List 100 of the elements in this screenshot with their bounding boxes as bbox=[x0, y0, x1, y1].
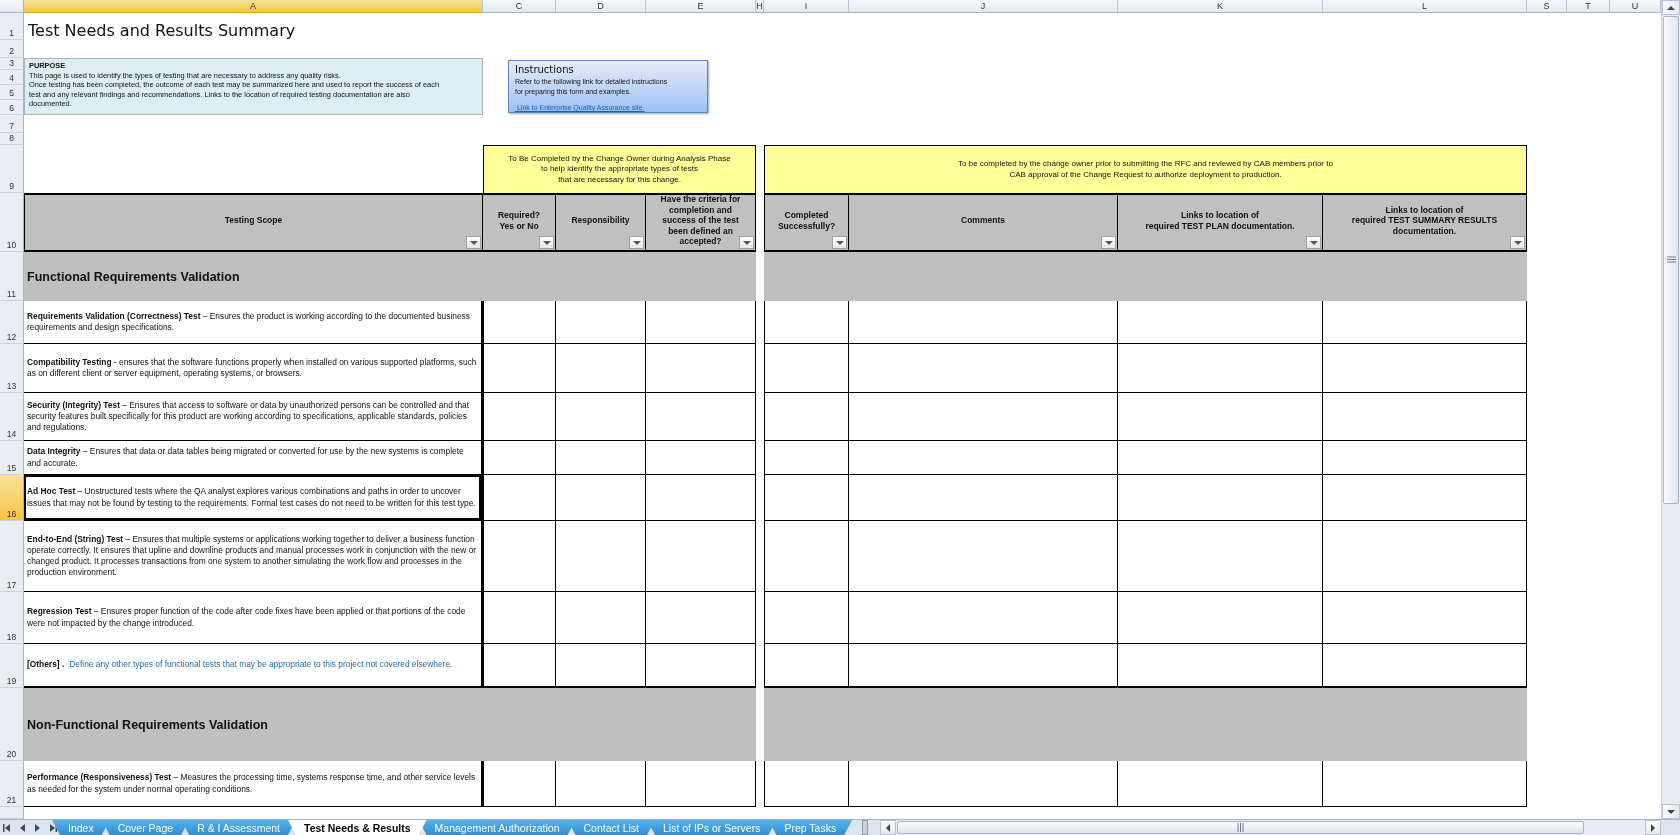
table-cell[interactable] bbox=[646, 475, 756, 521]
table-cell[interactable] bbox=[764, 393, 849, 441]
row-header[interactable]: 2 bbox=[0, 40, 24, 58]
row-header[interactable]: 20 bbox=[0, 688, 24, 761]
column-header[interactable]: J bbox=[849, 0, 1118, 13]
table-cell[interactable] bbox=[556, 475, 646, 521]
row-header[interactable]: 14 bbox=[0, 393, 24, 441]
row-header[interactable]: 16 bbox=[0, 475, 24, 521]
table-cell[interactable] bbox=[849, 475, 1118, 521]
table-cell[interactable] bbox=[849, 301, 1118, 344]
table-cell[interactable] bbox=[483, 344, 556, 393]
row-header[interactable]: 1 bbox=[0, 13, 24, 40]
column-header[interactable]: K bbox=[1118, 0, 1323, 13]
row-header[interactable]: 4 bbox=[0, 70, 24, 85]
table-cell[interactable] bbox=[849, 441, 1118, 475]
scroll-thumb[interactable] bbox=[1663, 16, 1679, 504]
row-header[interactable]: 21 bbox=[0, 761, 24, 807]
table-cell[interactable] bbox=[556, 344, 646, 393]
table-cell[interactable] bbox=[1118, 301, 1323, 344]
table-cell[interactable] bbox=[1323, 592, 1527, 644]
table-cell[interactable] bbox=[1323, 521, 1527, 592]
table-cell[interactable] bbox=[556, 441, 646, 475]
table-cell[interactable] bbox=[483, 592, 556, 644]
filter-button[interactable] bbox=[1306, 236, 1321, 249]
table-cell[interactable] bbox=[764, 301, 849, 344]
table-cell[interactable] bbox=[556, 301, 646, 344]
table-cell[interactable] bbox=[1323, 761, 1527, 807]
scroll-thumb[interactable] bbox=[897, 821, 1585, 834]
row-header[interactable]: 6 bbox=[0, 100, 24, 115]
table-cell[interactable] bbox=[483, 475, 556, 521]
table-cell[interactable] bbox=[556, 761, 646, 807]
table-cell[interactable] bbox=[849, 521, 1118, 592]
table-cell[interactable] bbox=[1118, 344, 1323, 393]
row-header[interactable]: 7 bbox=[0, 115, 24, 133]
column-header[interactable]: S bbox=[1527, 0, 1567, 13]
table-cell[interactable] bbox=[1118, 521, 1323, 592]
table-cell[interactable] bbox=[1323, 344, 1527, 393]
table-cell[interactable] bbox=[764, 521, 849, 592]
scroll-left-button[interactable] bbox=[880, 820, 897, 835]
table-cell[interactable] bbox=[764, 441, 849, 475]
column-header[interactable]: I bbox=[764, 0, 849, 13]
filter-button[interactable] bbox=[1510, 236, 1525, 249]
row-header[interactable]: 9 bbox=[0, 145, 24, 193]
row-header[interactable]: 8 bbox=[0, 133, 24, 145]
filter-button[interactable] bbox=[466, 236, 481, 249]
column-header[interactable]: L bbox=[1323, 0, 1527, 13]
table-cell[interactable] bbox=[1323, 644, 1527, 688]
column-header[interactable]: D bbox=[556, 0, 646, 13]
table-cell[interactable] bbox=[556, 393, 646, 441]
table-cell[interactable] bbox=[764, 592, 849, 644]
table-cell[interactable] bbox=[1323, 441, 1527, 475]
table-cell[interactable] bbox=[1118, 441, 1323, 475]
table-cell[interactable] bbox=[1118, 644, 1323, 688]
row-header[interactable]: 10 bbox=[0, 193, 24, 252]
table-cell[interactable] bbox=[646, 393, 756, 441]
table-cell[interactable] bbox=[646, 761, 756, 807]
scroll-up-button[interactable] bbox=[1662, 0, 1680, 15]
table-cell[interactable] bbox=[849, 592, 1118, 644]
table-cell[interactable] bbox=[764, 344, 849, 393]
table-cell[interactable] bbox=[556, 592, 646, 644]
row-header[interactable]: 3 bbox=[0, 58, 24, 70]
table-cell[interactable] bbox=[1323, 301, 1527, 344]
row-header[interactable]: 15 bbox=[0, 441, 24, 475]
table-cell[interactable] bbox=[646, 521, 756, 592]
column-header[interactable]: A bbox=[24, 0, 483, 13]
filter-button[interactable] bbox=[1101, 236, 1116, 249]
filter-button[interactable] bbox=[832, 236, 847, 249]
table-cell[interactable] bbox=[1118, 393, 1323, 441]
table-cell[interactable] bbox=[646, 441, 756, 475]
filter-button[interactable] bbox=[629, 236, 644, 249]
table-cell[interactable] bbox=[646, 301, 756, 344]
row-header[interactable]: 12 bbox=[0, 301, 24, 344]
table-cell[interactable] bbox=[483, 301, 556, 344]
row-header[interactable]: 11 bbox=[0, 252, 24, 301]
table-cell[interactable] bbox=[646, 644, 756, 688]
sheet-tab[interactable]: Test Needs & Results bbox=[288, 820, 427, 835]
table-cell[interactable] bbox=[764, 761, 849, 807]
table-cell[interactable] bbox=[483, 521, 556, 592]
table-cell[interactable] bbox=[1323, 393, 1527, 441]
table-cell[interactable] bbox=[483, 644, 556, 688]
row-header[interactable]: 18 bbox=[0, 592, 24, 644]
scroll-down-button[interactable] bbox=[1662, 804, 1680, 819]
table-cell[interactable] bbox=[764, 475, 849, 521]
column-header[interactable]: U bbox=[1610, 0, 1661, 13]
table-cell[interactable] bbox=[646, 592, 756, 644]
column-header[interactable]: E bbox=[646, 0, 756, 13]
table-cell[interactable] bbox=[849, 644, 1118, 688]
scroll-right-button[interactable] bbox=[1645, 820, 1661, 835]
table-cell[interactable] bbox=[646, 344, 756, 393]
table-cell[interactable] bbox=[483, 393, 556, 441]
table-cell[interactable] bbox=[849, 344, 1118, 393]
table-cell[interactable] bbox=[1323, 475, 1527, 521]
table-cell[interactable] bbox=[556, 644, 646, 688]
column-header[interactable]: C bbox=[483, 0, 556, 13]
table-cell[interactable] bbox=[483, 441, 556, 475]
row-header[interactable]: 17 bbox=[0, 521, 24, 592]
table-cell[interactable] bbox=[1118, 761, 1323, 807]
row-header[interactable]: 5 bbox=[0, 85, 24, 100]
filter-button[interactable] bbox=[539, 236, 554, 249]
row-header[interactable]: 13 bbox=[0, 344, 24, 393]
